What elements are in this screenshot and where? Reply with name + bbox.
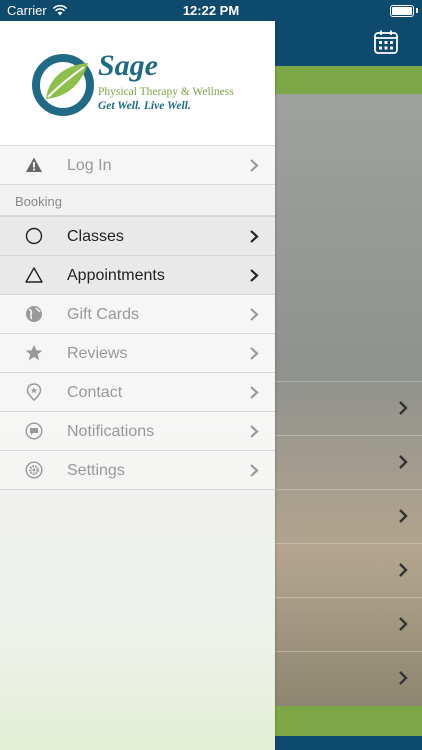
menu-item-appointments[interactable]: Appointments xyxy=(0,256,275,295)
chevron-right-icon xyxy=(250,386,259,399)
menu-item-classes[interactable]: Classes xyxy=(0,216,275,256)
chevron-right-icon xyxy=(250,347,259,360)
location-pin-icon xyxy=(26,383,42,401)
circle-icon xyxy=(25,227,43,245)
chevron-right-icon xyxy=(250,269,259,282)
menu-item-gift-cards[interactable]: Gift Cards xyxy=(0,295,275,334)
globe-icon xyxy=(26,306,42,322)
logo-header: Sage Physical Therapy & Wellness Get Wel… xyxy=(0,21,275,145)
brand-tagline: Get Well. Live Well. xyxy=(98,100,191,112)
menu-item-label: Log In xyxy=(67,157,112,174)
warning-icon xyxy=(26,157,42,172)
menu-item-label: Notifications xyxy=(67,423,155,440)
menu-item-login[interactable]: Log In xyxy=(0,145,275,185)
chevron-right-icon xyxy=(399,671,408,685)
chevron-right-icon xyxy=(250,464,259,477)
menu-item-label: Reviews xyxy=(67,345,128,362)
chevron-right-icon xyxy=(399,617,408,631)
battery-icon xyxy=(390,5,414,17)
star-icon xyxy=(25,344,43,361)
chevron-right-icon xyxy=(399,509,408,523)
menu-item-reviews[interactable]: Reviews xyxy=(0,334,275,373)
side-drawer: Sage Physical Therapy & Wellness Get Wel… xyxy=(0,21,275,750)
brand-logo: Sage Physical Therapy & Wellness Get Wel… xyxy=(32,51,244,119)
drawer-menu: Log In Booking Classes Appointments Gift… xyxy=(0,145,275,490)
leaf-logo-icon xyxy=(32,54,94,116)
menu-item-label: Settings xyxy=(67,462,125,479)
section-header-booking: Booking xyxy=(0,185,275,216)
menu-item-notifications[interactable]: Notifications xyxy=(0,412,275,451)
chevron-right-icon xyxy=(399,455,408,469)
menu-item-label: Contact xyxy=(67,384,123,401)
menu-item-label: Appointments xyxy=(67,267,165,284)
menu-item-contact[interactable]: Contact xyxy=(0,373,275,412)
brand-name: Sage xyxy=(98,49,158,82)
chevron-right-icon xyxy=(250,159,259,172)
clock: 12:22 PM xyxy=(182,3,240,18)
menu-item-label: Gift Cards xyxy=(67,306,140,323)
battery-tip xyxy=(416,8,418,13)
calendar-icon[interactable] xyxy=(373,29,399,55)
menu-item-settings[interactable]: Settings xyxy=(0,451,275,490)
chevron-right-icon xyxy=(399,563,408,577)
triangle-icon xyxy=(25,267,43,283)
gear-icon xyxy=(25,461,43,479)
status-bar: Carrier 12:22 PM xyxy=(0,0,422,21)
chevron-right-icon xyxy=(250,308,259,321)
chevron-right-icon xyxy=(250,230,259,243)
brand-subtitle: Physical Therapy & Wellness xyxy=(98,86,234,98)
chat-bubble-icon xyxy=(25,422,43,440)
chevron-right-icon xyxy=(250,425,259,438)
menu-item-label: Classes xyxy=(67,228,124,245)
chevron-right-icon xyxy=(399,401,408,415)
section-label: Booking xyxy=(15,194,62,209)
